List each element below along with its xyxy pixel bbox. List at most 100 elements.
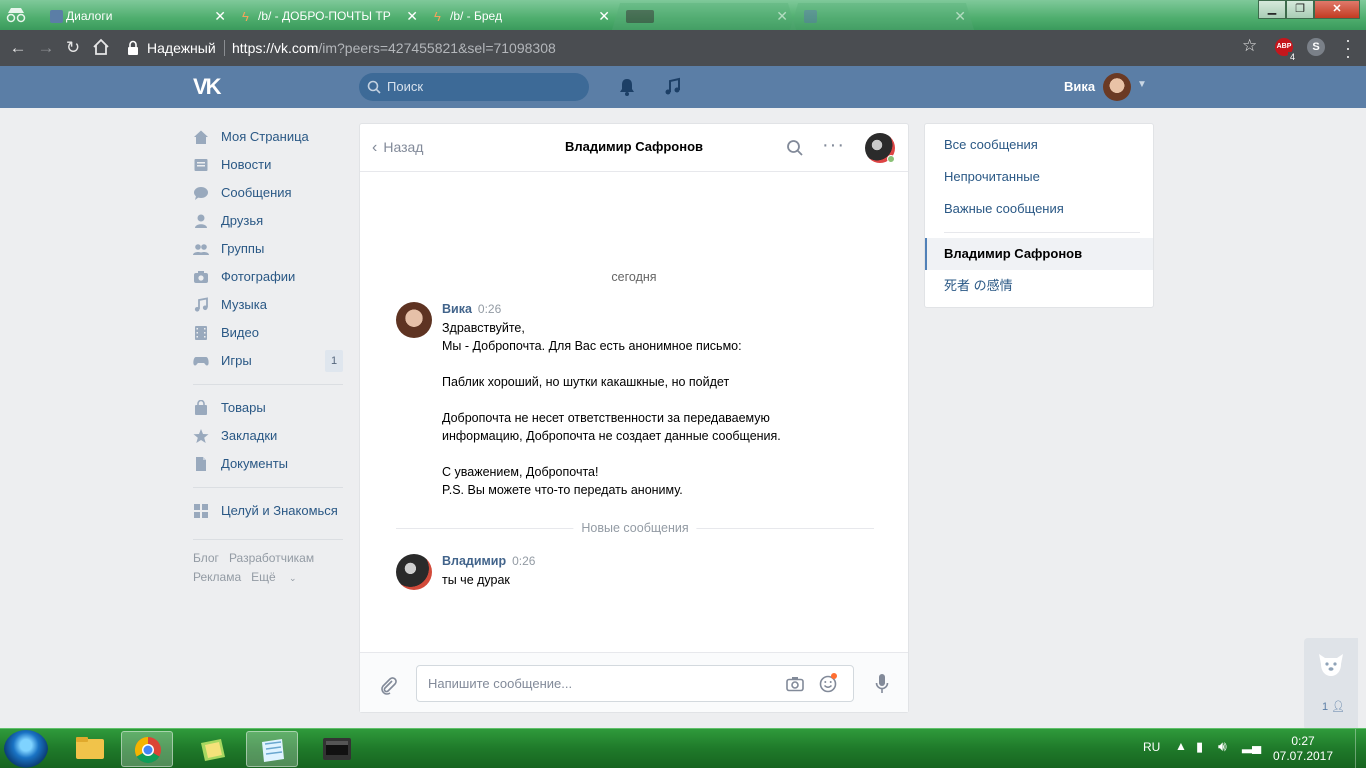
skype-icon[interactable]: S: [1307, 38, 1325, 56]
nav-goods[interactable]: Товары: [193, 394, 343, 422]
window-app-icon: [201, 739, 225, 761]
footer-link-ads[interactable]: Реклама: [193, 570, 241, 584]
close-icon[interactable]: ✕: [214, 3, 226, 30]
tab-dobro-pochta[interactable]: ϟ /b/ - ДОБРО-ПОЧТЫ ТР ✕: [228, 3, 426, 30]
filter-all-messages[interactable]: Все сообщения: [925, 129, 1153, 161]
close-icon[interactable]: ✕: [406, 3, 418, 30]
dialogs-filter-menu: Все сообщения Непрочитанные Важные сообщ…: [924, 123, 1154, 308]
window-controls: ▁ ❐ ✕: [1258, 0, 1360, 20]
battery-icon[interactable]: ▮: [1196, 739, 1203, 755]
filter-unread[interactable]: Непрочитанные: [925, 161, 1153, 193]
search-input[interactable]: Поиск: [359, 73, 589, 101]
taskbar-chrome[interactable]: [121, 731, 173, 767]
chevron-down-icon[interactable]: ▼: [1137, 79, 1147, 90]
header-avatar[interactable]: [1103, 73, 1131, 101]
nav-app-kiss[interactable]: Целуй и Знакомься: [193, 497, 343, 525]
header-user-name[interactable]: Вика: [1064, 79, 1095, 94]
person-icon: 👤︎: [1331, 701, 1346, 713]
tab-background-2[interactable]: ✕: [790, 3, 974, 30]
taskbar-app-5[interactable]: [311, 731, 363, 767]
tab-b-bred[interactable]: ϟ /b/ - Бред ✕: [420, 3, 618, 30]
message-avatar[interactable]: [396, 302, 432, 338]
nav-bookmarks[interactable]: Закладки: [193, 422, 343, 450]
back-button[interactable]: ‹ Назад: [372, 139, 423, 157]
nav-divider: [193, 539, 343, 540]
footer-link-more[interactable]: Ещё ⌄: [251, 570, 306, 584]
nav-friends[interactable]: Друзья: [193, 207, 343, 235]
dialog-vladimir-safronov[interactable]: Владимир Сафронов: [925, 238, 1153, 270]
microphone-icon[interactable]: [875, 673, 889, 695]
home-icon[interactable]: [91, 38, 111, 58]
bell-icon[interactable]: [617, 77, 637, 97]
search-placeholder: Поиск: [387, 79, 424, 94]
forward-arrow-icon[interactable]: →: [36, 38, 56, 58]
windows-start-button[interactable]: [4, 730, 48, 768]
filter-important[interactable]: Важные сообщения: [925, 193, 1153, 225]
side-widget[interactable]: 1 👤︎: [1304, 638, 1358, 730]
taskbar-explorer[interactable]: [64, 731, 116, 767]
taskbar-app-4[interactable]: [246, 731, 298, 767]
dialog-shisha-no-kanjou[interactable]: 死者 の感情: [925, 270, 1153, 302]
maximize-button[interactable]: ❐: [1286, 0, 1314, 19]
message-line: P.S. Вы можете что-то передать анониму.: [442, 483, 683, 497]
nav-video[interactable]: Видео: [193, 319, 343, 347]
message-input[interactable]: Напишите сообщение...: [416, 665, 854, 702]
chat-panel: ‹ Назад Владимир Сафронов ··· сегодня Вик…: [359, 123, 909, 713]
friends-icon: [195, 214, 207, 228]
vk-message-icon: [50, 10, 63, 23]
message-item: Вика 0:26 Здравствуйте, Мы - Добропочта. …: [396, 302, 876, 502]
more-icon[interactable]: ···: [822, 134, 845, 157]
window-close-button[interactable]: ✕: [1314, 0, 1360, 19]
nav-photos[interactable]: Фотографии: [193, 263, 343, 291]
bookmark-star-icon[interactable]: ☆: [1242, 36, 1257, 56]
url-text[interactable]: https://vk.com/im?peers=427455821&sel=71…: [232, 40, 556, 56]
show-desktop-button[interactable]: [1355, 729, 1366, 768]
nav-label: Закладки: [221, 428, 278, 443]
gamepad-icon: [193, 357, 209, 366]
footer-link-developers[interactable]: Разработчикам: [229, 551, 314, 565]
language-indicator[interactable]: RU: [1143, 740, 1160, 754]
nav-groups[interactable]: Группы: [193, 235, 343, 263]
message-avatar[interactable]: [396, 554, 432, 590]
folder-icon: [76, 737, 104, 759]
nav-music[interactable]: Музыка: [193, 291, 343, 319]
close-icon[interactable]: ✕: [954, 3, 966, 30]
paperclip-icon[interactable]: [378, 675, 398, 695]
footer-links: Блог Разработчикам Реклама Ещё ⌄: [193, 549, 343, 588]
show-hidden-icons-icon[interactable]: ▲: [1175, 739, 1187, 753]
tab-dialogs[interactable]: Диалоги ✕: [36, 3, 234, 30]
footer-link-blog[interactable]: Блог: [193, 551, 219, 565]
volume-icon[interactable]: 🔊︎: [1218, 738, 1227, 755]
incognito-icon: [6, 7, 26, 23]
tab-title: Диалоги: [66, 9, 113, 23]
nav-documents[interactable]: Документы: [193, 450, 343, 478]
message-author[interactable]: Вика: [442, 302, 472, 316]
vk-header: VK Поиск Вика ▼: [0, 66, 1366, 108]
close-icon[interactable]: ✕: [598, 3, 610, 30]
search-icon[interactable]: [786, 139, 804, 157]
network-icon[interactable]: ▂▄: [1242, 738, 1261, 754]
back-arrow-icon[interactable]: ←: [8, 38, 28, 58]
message-author[interactable]: Владимир: [442, 554, 506, 568]
taskbar-app-3[interactable]: [187, 731, 239, 767]
address-bar[interactable]: Надежный https://vk.com/im?peers=4274558…: [120, 34, 1270, 62]
taskbar-clock[interactable]: 0:27 07.07.2017: [1268, 734, 1338, 764]
close-icon[interactable]: ✕: [776, 3, 788, 30]
camera-icon[interactable]: [786, 676, 804, 692]
nav-messages[interactable]: Сообщения: [193, 179, 343, 207]
message-composer: Напишите сообщение...: [360, 652, 908, 712]
music-note-icon[interactable]: [663, 77, 683, 97]
tab-background-1[interactable]: ✕: [612, 3, 796, 30]
back-label: Назад: [383, 139, 424, 155]
new-messages-label: Новые сообщения: [573, 521, 697, 535]
chrome-menu-icon[interactable]: · · ·: [1343, 31, 1353, 65]
windows-taskbar: RU ▲ ▮ 🔊︎ ▂▄ 0:27 07.07.2017: [0, 728, 1366, 768]
nav-games[interactable]: Игры 1: [193, 347, 343, 375]
vk-logo-icon[interactable]: VK: [193, 74, 229, 100]
document-icon: [196, 457, 206, 471]
reload-icon[interactable]: ↻: [63, 38, 83, 58]
nav-news[interactable]: Новости: [193, 151, 343, 179]
minimize-button[interactable]: ▁: [1258, 0, 1286, 19]
nav-my-page[interactable]: Моя Страница: [193, 123, 343, 151]
lightning-icon: ϟ: [434, 9, 441, 24]
